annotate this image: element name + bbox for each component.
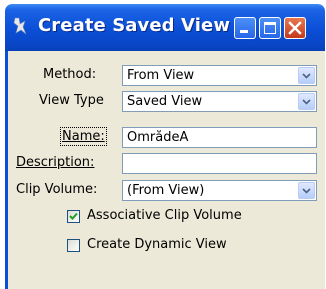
view-type-dropdown-button[interactable] — [298, 93, 315, 110]
chevron-down-icon — [302, 73, 311, 79]
window-title: Create Saved View — [38, 15, 231, 36]
close-icon — [288, 21, 302, 35]
view-type-combobox[interactable]: Saved View — [122, 91, 317, 112]
associative-clip-volume-label[interactable]: Associative Clip Volume — [87, 208, 242, 223]
view-type-value: Saved View — [127, 94, 203, 109]
chevron-down-icon — [302, 188, 311, 194]
name-field[interactable] — [122, 127, 317, 148]
minimize-icon — [240, 30, 248, 33]
clip-volume-value: (From View) — [127, 183, 205, 198]
title-bar[interactable]: Create Saved View — [5, 4, 325, 51]
maximize-button[interactable] — [259, 17, 281, 39]
associative-clip-volume-checkbox[interactable] — [67, 210, 80, 223]
chevron-down-icon — [302, 99, 311, 105]
description-label: Description: — [16, 155, 95, 170]
description-input[interactable] — [123, 154, 316, 173]
create-saved-view-window: Create Saved View Method: From View View… — [5, 4, 325, 289]
clip-volume-label: Clip Volume: — [16, 182, 98, 197]
clip-volume-combobox[interactable]: (From View) — [122, 180, 317, 201]
minimize-button[interactable] — [234, 17, 256, 39]
create-dynamic-view-label[interactable]: Create Dynamic View — [87, 237, 227, 252]
name-label: Name: — [60, 127, 107, 146]
name-input[interactable] — [123, 128, 316, 147]
description-field[interactable] — [122, 153, 317, 174]
checkmark-icon — [69, 212, 78, 220]
method-label: Method: — [43, 67, 97, 82]
microstation-icon — [13, 17, 27, 35]
method-combobox[interactable]: From View — [122, 65, 317, 86]
method-value: From View — [127, 68, 195, 83]
create-dynamic-view-checkbox[interactable] — [67, 239, 80, 252]
clip-volume-dropdown-button[interactable] — [298, 182, 315, 199]
close-button[interactable] — [284, 17, 306, 39]
method-dropdown-button[interactable] — [298, 67, 315, 84]
view-type-label: View Type — [39, 93, 104, 108]
dialog-body: Method: From View View Type Saved View N… — [5, 51, 325, 289]
maximize-icon — [264, 22, 276, 34]
